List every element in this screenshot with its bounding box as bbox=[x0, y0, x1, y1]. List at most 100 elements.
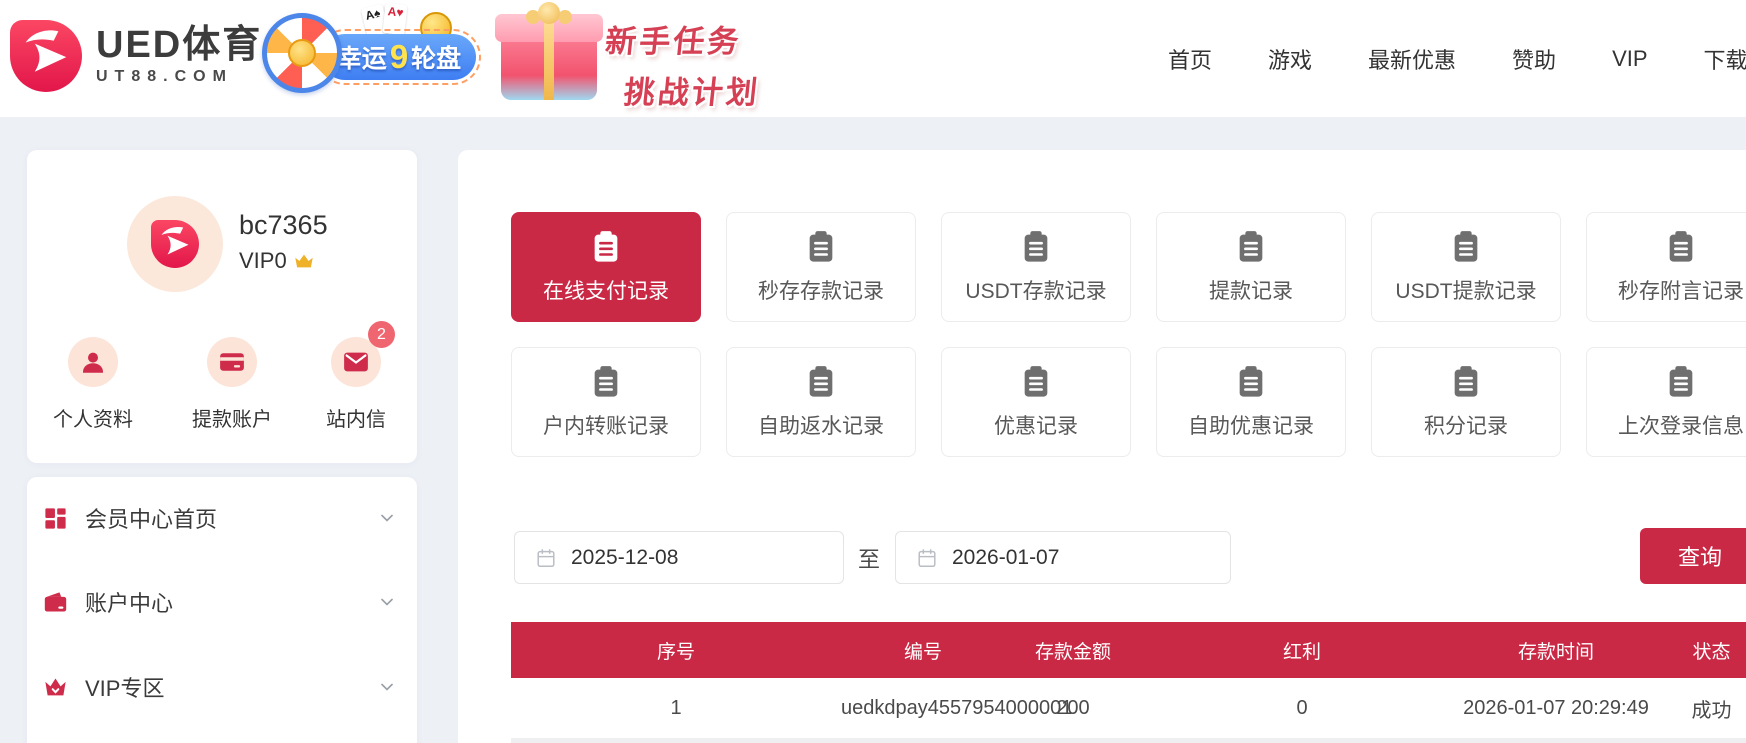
record-tab[interactable]: 自助优惠记录 bbox=[1156, 347, 1346, 457]
date-filter: 2025-12-08 至 2026-01-07 查询 bbox=[458, 528, 1746, 588]
avatar-logo-icon bbox=[151, 220, 199, 268]
sidebar-item-member-home[interactable]: 会员中心首页 bbox=[27, 496, 417, 540]
clipboard-icon bbox=[1024, 366, 1048, 397]
clipboard-icon bbox=[1669, 231, 1693, 262]
table-cell: uedkdpay4557954000001 bbox=[841, 696, 1073, 719]
top-header: UED体育 UT88.COM A♠ A♥ 幸运 9 轮盘 新手任务 挑战计划 首… bbox=[0, 0, 1746, 117]
lucky-wheel-label: 幸运 9 轮盘 bbox=[317, 29, 481, 85]
to-label: 至 bbox=[858, 547, 881, 572]
sidebar-menu: 会员中心首页 账户中心 VIP专区 bbox=[27, 477, 417, 743]
sidebar-item-vip-zone[interactable]: VIP专区 bbox=[27, 665, 417, 709]
nav-item[interactable]: 首页 bbox=[1168, 43, 1212, 75]
record-tab-label: 在线支付记录 bbox=[543, 280, 669, 303]
chevron-down-icon bbox=[381, 683, 393, 691]
crown-icon bbox=[45, 678, 66, 695]
clipboard-icon bbox=[809, 231, 833, 262]
sidebar-item-label: VIP专区 bbox=[85, 676, 165, 701]
crown-gold-icon bbox=[294, 254, 313, 268]
record-tab[interactable]: 户内转账记录 bbox=[511, 347, 701, 457]
date-from-value: 2025-12-08 bbox=[571, 545, 679, 569]
chevron-down-icon bbox=[381, 598, 393, 606]
main-nav: 首页 游戏 最新优惠 赞助 VIP 下载 bbox=[1168, 0, 1746, 117]
sidebar-item-account-center[interactable]: 账户中心 bbox=[27, 580, 417, 624]
logo-mark-icon bbox=[10, 20, 82, 92]
record-tab-label: 优惠记录 bbox=[994, 415, 1078, 438]
table-header-cell: 存款时间 bbox=[1517, 641, 1594, 663]
nav-item[interactable]: 最新优惠 bbox=[1368, 43, 1456, 75]
clipboard-icon bbox=[1669, 366, 1693, 397]
table-cell: 2026-01-07 20:29:49 bbox=[1463, 696, 1649, 719]
table-header-cell: 编号 bbox=[903, 641, 942, 663]
nav-item[interactable]: 赞助 bbox=[1512, 43, 1556, 75]
records-table: 序号 编号 存款金额 红利 存款时间 状态 1 uedkdpay4557954000001 2… bbox=[511, 622, 1746, 743]
record-tab-label: 提款记录 bbox=[1209, 280, 1293, 303]
table-header-cell: 序号 bbox=[656, 641, 695, 663]
gift-box-icon bbox=[495, 2, 603, 100]
record-tab-label: 秒存附言记录 bbox=[1618, 280, 1744, 303]
table-cell: 1 bbox=[670, 696, 682, 719]
record-tab-label: 秒存存款记录 bbox=[758, 280, 884, 303]
query-button[interactable]: 查询 bbox=[1640, 528, 1746, 584]
table-header-row: 序号 编号 存款金额 红利 存款时间 状态 bbox=[511, 622, 1746, 678]
date-from-input[interactable]: 2025-12-08 bbox=[514, 531, 844, 584]
record-tab[interactable]: 秒存附言记录 bbox=[1586, 212, 1746, 322]
profile-card: bc7365 VIP0 个人资料 提款账户 2 站内信 bbox=[27, 150, 417, 463]
record-tab[interactable]: 自助返水记录 bbox=[726, 347, 916, 457]
nav-item[interactable]: VIP bbox=[1612, 46, 1647, 72]
next-row-partial bbox=[511, 738, 1746, 743]
record-tab[interactable]: 优惠记录 bbox=[941, 347, 1131, 457]
record-tab-label: 上次登录信息 bbox=[1618, 415, 1744, 438]
date-to-value: 2026-01-07 bbox=[952, 545, 1060, 569]
record-tabs: 在线支付记录 秒存存款记录 USDT存款记录 提款记录 USDT提款记录 秒存附… bbox=[511, 212, 1746, 457]
nav-item[interactable]: 下载 bbox=[1704, 43, 1746, 75]
table-header-cell: 红利 bbox=[1282, 641, 1321, 663]
task-banner-line1: 新手任务 bbox=[603, 24, 744, 59]
shortcut-label: 提款账户 bbox=[192, 409, 272, 431]
calendar-icon bbox=[918, 548, 936, 567]
shortcut-profile[interactable]: 个人资料 bbox=[43, 337, 143, 432]
record-tab-label: USDT存款记录 bbox=[965, 280, 1107, 303]
wallet-icon bbox=[44, 591, 67, 611]
shortcut-withdraw-account[interactable]: 提款账户 bbox=[182, 337, 282, 432]
date-to-input[interactable]: 2026-01-07 bbox=[895, 531, 1231, 584]
record-tab[interactable]: 上次登录信息 bbox=[1586, 347, 1746, 457]
clipboard-icon bbox=[1454, 366, 1478, 397]
clipboard-icon bbox=[1024, 231, 1048, 262]
table-cell: 0 bbox=[1296, 696, 1308, 719]
table-cell: 成功 bbox=[1691, 699, 1732, 722]
record-tab[interactable]: USDT提款记录 bbox=[1371, 212, 1561, 322]
sidebar-item-label: 会员中心首页 bbox=[85, 507, 218, 532]
logo-domain: UT88.COM bbox=[96, 68, 233, 86]
record-tab-label: USDT提款记录 bbox=[1395, 280, 1537, 303]
inbox-badge: 2 bbox=[368, 321, 395, 348]
username: bc7365 bbox=[239, 210, 328, 240]
record-tab[interactable]: 提款记录 bbox=[1156, 212, 1346, 322]
vip-level: VIP0 bbox=[239, 248, 287, 273]
lucky-wheel-banner[interactable]: A♠ A♥ 幸运 9 轮盘 bbox=[262, 2, 481, 96]
record-tab[interactable]: 秒存存款记录 bbox=[726, 212, 916, 322]
bank-card-icon bbox=[220, 353, 244, 371]
record-tab[interactable]: 在线支付记录 bbox=[511, 212, 701, 322]
shortcut-inbox[interactable]: 2 站内信 bbox=[306, 321, 406, 432]
record-tab[interactable]: 积分记录 bbox=[1371, 347, 1561, 457]
roulette-wheel-icon bbox=[262, 13, 342, 93]
page: UED体育 UT88.COM A♠ A♥ 幸运 9 轮盘 新手任务 挑战计划 首… bbox=[0, 0, 1746, 743]
logo-title: UED体育 bbox=[96, 23, 263, 66]
grid-icon bbox=[45, 507, 66, 529]
playing-card-icon: A♥ bbox=[382, 2, 408, 36]
record-tab[interactable]: USDT存款记录 bbox=[941, 212, 1131, 322]
newbie-task-banner[interactable]: 新手任务 挑战计划 bbox=[495, 2, 763, 110]
clipboard-icon bbox=[1239, 366, 1263, 397]
record-tab-label: 积分记录 bbox=[1424, 415, 1508, 438]
clipboard-icon bbox=[594, 231, 618, 262]
shortcut-label: 站内信 bbox=[326, 409, 386, 431]
main-content: 在线支付记录 秒存存款记录 USDT存款记录 提款记录 USDT提款记录 秒存附… bbox=[458, 150, 1746, 743]
chevron-down-icon bbox=[381, 514, 393, 522]
clipboard-icon bbox=[809, 366, 833, 397]
clipboard-icon bbox=[1454, 231, 1478, 262]
record-tab-label: 自助返水记录 bbox=[758, 415, 884, 438]
task-banner-line2: 挑战计划 bbox=[622, 75, 762, 110]
nav-item[interactable]: 游戏 bbox=[1268, 43, 1312, 75]
site-logo[interactable]: UED体育 UT88.COM bbox=[10, 20, 262, 92]
table-row: 1 uedkdpay4557954000001 200 0 2026-01-07 20:… bbox=[511, 678, 1746, 738]
